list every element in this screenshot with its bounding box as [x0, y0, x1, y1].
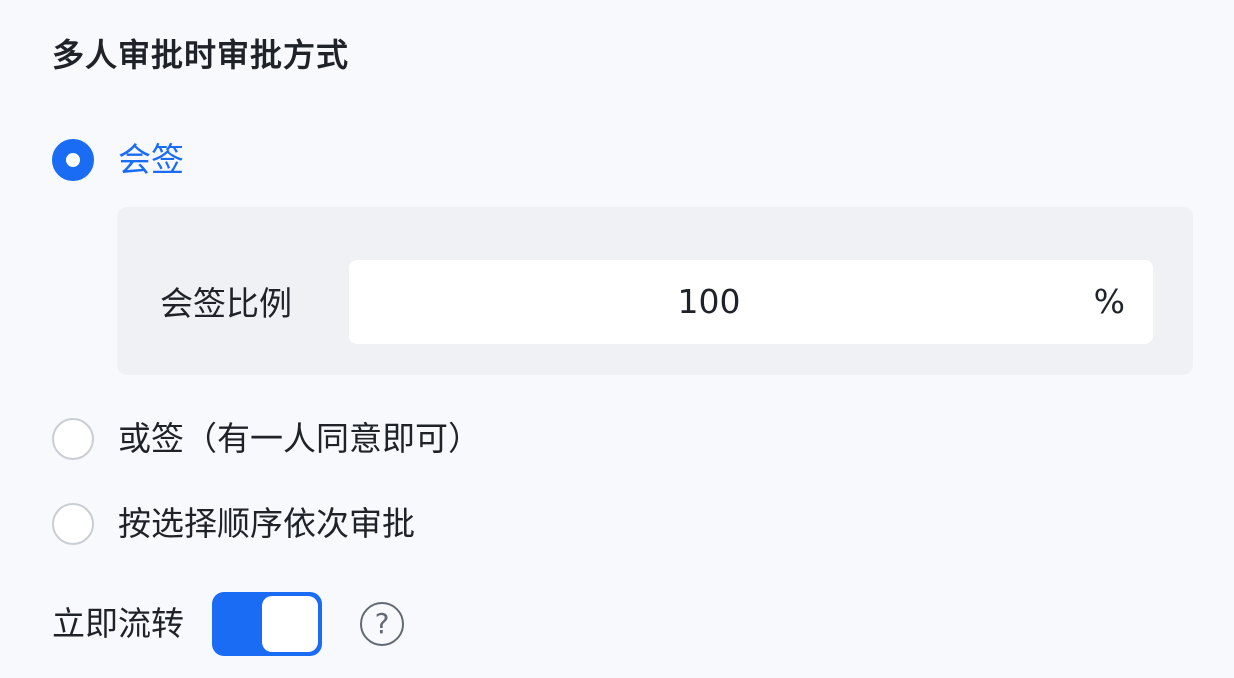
radio-unchecked-icon[interactable]: [52, 418, 94, 460]
immediate-flow-label: 立即流转: [52, 604, 184, 643]
radio-checked-icon[interactable]: [52, 139, 94, 181]
option-sequential[interactable]: 按选择顺序依次审批: [52, 501, 415, 547]
countersign-ratio-panel: 会签比例 100 %: [117, 207, 1193, 375]
countersign-ratio-input[interactable]: 100 %: [349, 260, 1153, 344]
percent-unit: %: [1093, 282, 1125, 321]
question-circle-icon[interactable]: ?: [360, 602, 404, 646]
approval-settings-panel: 多人审批时审批方式 会签 会签比例 100 % 或签（有一人同意即可） 按选择顺…: [0, 0, 1234, 678]
countersign-ratio-label: 会签比例: [160, 284, 292, 323]
immediate-flow-toggle[interactable]: [212, 592, 322, 656]
radio-unchecked-icon[interactable]: [52, 503, 94, 545]
toggle-knob: [262, 596, 318, 652]
option-or-sign-label[interactable]: 或签（有一人同意即可）: [118, 416, 481, 462]
option-or-sign[interactable]: 或签（有一人同意即可）: [52, 416, 481, 462]
option-countersign-label[interactable]: 会签: [118, 137, 184, 183]
option-countersign[interactable]: 会签: [52, 137, 184, 183]
option-sequential-label[interactable]: 按选择顺序依次审批: [118, 501, 415, 547]
countersign-ratio-value[interactable]: 100: [349, 260, 1069, 344]
immediate-flow-row: 立即流转 ?: [52, 592, 404, 656]
section-title: 多人审批时审批方式: [52, 36, 350, 74]
